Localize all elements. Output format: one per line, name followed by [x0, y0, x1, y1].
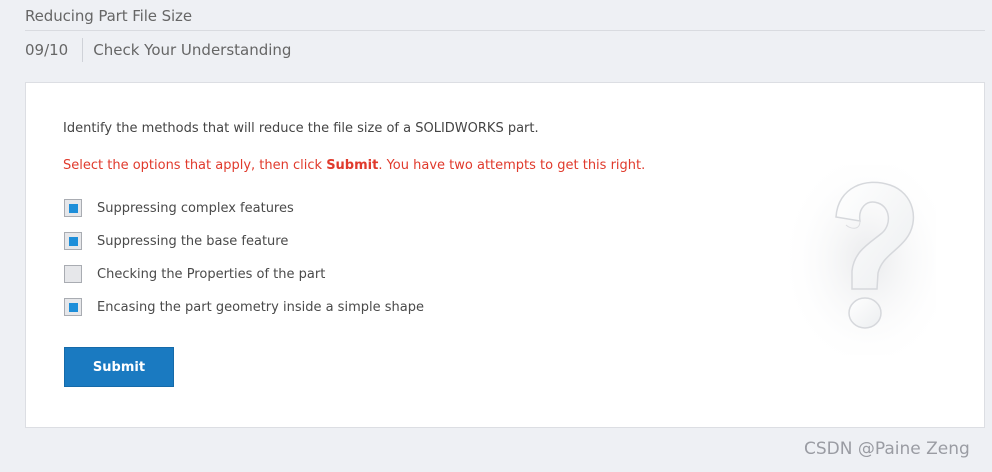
option-checkbox[interactable]: [64, 265, 82, 283]
option-label[interactable]: Suppressing complex features: [97, 201, 294, 216]
step-counter: 09/10: [25, 41, 69, 59]
option-label[interactable]: Suppressing the base feature: [97, 234, 288, 249]
option-label[interactable]: Checking the Properties of the part: [97, 267, 325, 282]
option-checkbox[interactable]: [64, 298, 82, 316]
instruction-text-end: . You have two attempts to get this righ…: [378, 158, 646, 173]
instruction-text-submit: Submit: [326, 158, 379, 173]
instruction-text-start: Select the options that apply, then clic…: [63, 158, 327, 173]
option-item[interactable]: Suppressing complex features: [64, 197, 424, 219]
question-text: Identify the methods that will reduce th…: [63, 121, 539, 136]
option-checkbox[interactable]: [64, 232, 82, 250]
course-title: Reducing Part File Size: [25, 7, 192, 25]
checkbox-check-icon: [68, 236, 78, 246]
submit-button[interactable]: Submit: [64, 347, 174, 387]
checkbox-check-icon: [68, 203, 78, 213]
instruction-text: Select the options that apply, then clic…: [63, 158, 645, 173]
watermark-text: CSDN @Paine Zeng: [804, 439, 970, 459]
progress-row: 09/10 Check Your Understanding: [25, 38, 291, 62]
step-divider: [82, 38, 84, 62]
options-list: Suppressing complex features Suppressing…: [64, 197, 424, 329]
option-item[interactable]: Encasing the part geometry inside a simp…: [64, 296, 424, 318]
header-divider: [25, 30, 985, 31]
option-checkbox[interactable]: [64, 199, 82, 217]
checkbox-check-icon: [68, 302, 78, 312]
quiz-card: Identify the methods that will reduce th…: [25, 82, 985, 428]
question-mark-icon: [786, 165, 936, 355]
option-item[interactable]: Suppressing the base feature: [64, 230, 424, 252]
option-label[interactable]: Encasing the part geometry inside a simp…: [97, 300, 424, 315]
step-title: Check Your Understanding: [93, 41, 292, 59]
option-item[interactable]: Checking the Properties of the part: [64, 263, 424, 285]
